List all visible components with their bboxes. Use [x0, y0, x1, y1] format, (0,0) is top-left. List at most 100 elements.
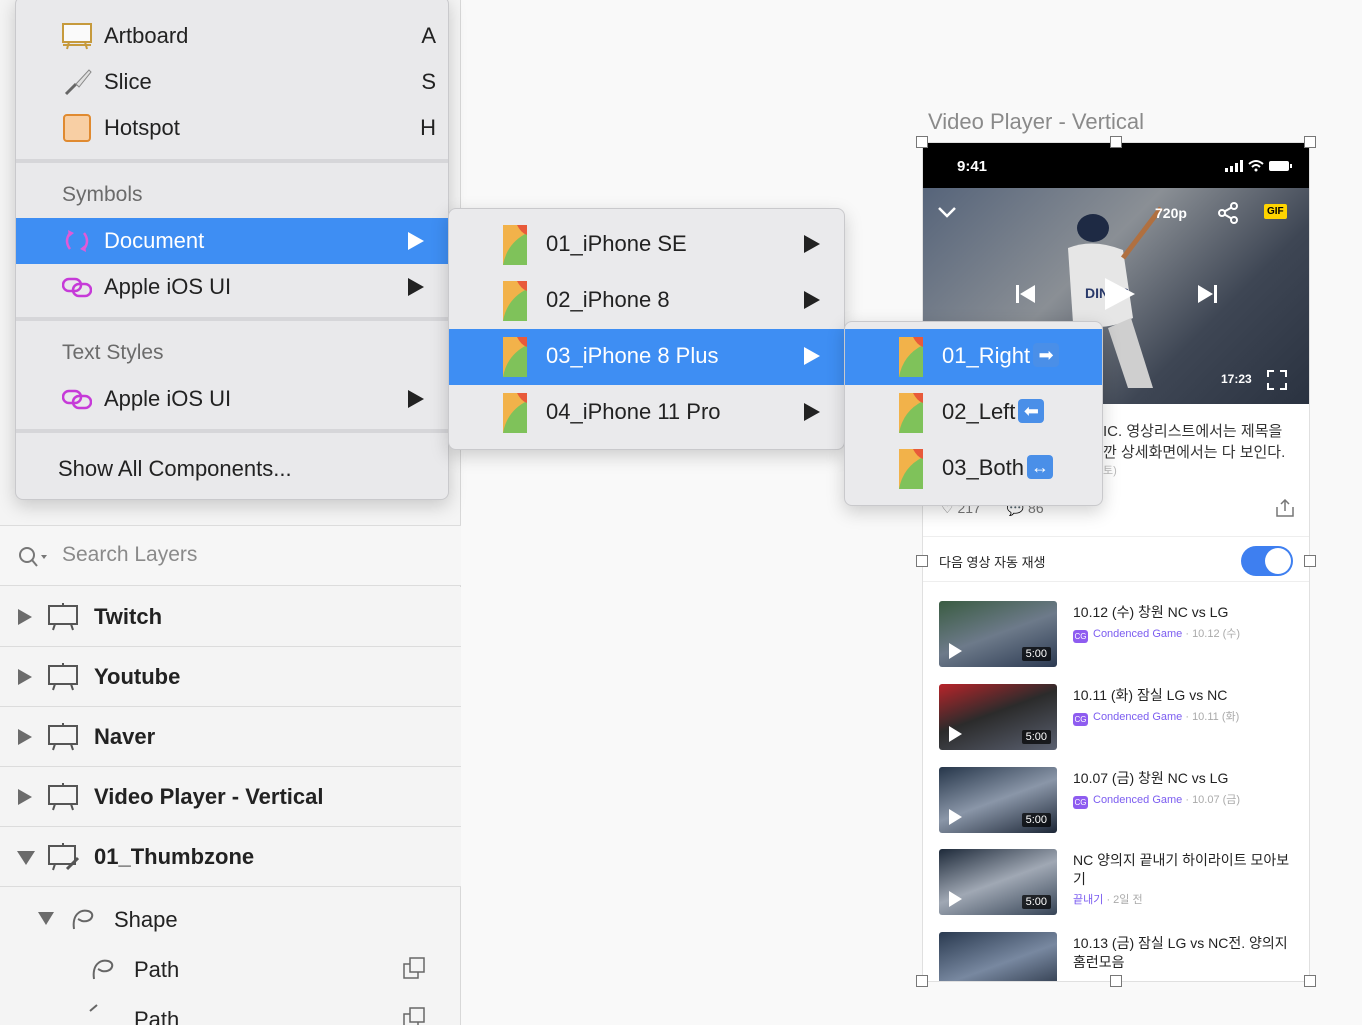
shape-path-icon	[72, 909, 94, 930]
layer-youtube[interactable]: Youtube	[0, 647, 461, 707]
submenu-item-iphone-8[interactable]: 02_iPhone 8	[449, 273, 844, 329]
menu-item-text-style-apple-ios-ui[interactable]: Apple iOS UI	[16, 376, 448, 422]
submenu-item-03-both[interactable]: 03_Both ↔	[845, 441, 1102, 497]
artboard-video-player[interactable]: 9:41 DINOS 720p GIF 17:23 IC. 영상리스트에서는 제…	[922, 142, 1310, 982]
disclosure-triangle-icon[interactable]	[18, 789, 32, 805]
play-icon	[949, 726, 962, 742]
previous-icon[interactable]	[1015, 284, 1037, 304]
collapse-chevron-icon[interactable]	[937, 206, 957, 218]
share-icon[interactable]	[1217, 202, 1239, 224]
thumbnail-duration: 5:00	[1021, 730, 1051, 744]
menu-item-label: Document	[104, 228, 205, 253]
submenu-item-02-left[interactable]: 02_Left ⬅	[845, 385, 1102, 441]
search-input[interactable]: Search Layers	[62, 543, 197, 567]
channel-name: Condenced Game	[1093, 628, 1183, 640]
channel-badge-icon: CG	[1073, 796, 1088, 809]
layer-name: Path	[134, 1007, 180, 1025]
shortcut-key: S	[421, 69, 436, 94]
resize-handle[interactable]	[916, 555, 928, 567]
symbol-thumbnail-icon	[503, 393, 527, 433]
layer-shape[interactable]: Shape	[0, 895, 461, 945]
video-duration: 17:23	[1221, 372, 1252, 386]
layer-path[interactable]: Path	[0, 945, 461, 995]
layer-video-player-vertical[interactable]: Video Player - Vertical	[0, 767, 461, 827]
shortcut-key: H	[420, 115, 436, 140]
artboard-title[interactable]: Video Player - Vertical	[928, 109, 1144, 135]
menu-item-label: Artboard	[104, 23, 189, 48]
item-text: 03_Both	[942, 455, 1024, 480]
resize-handle[interactable]	[1304, 136, 1316, 148]
toggle-knob	[1265, 548, 1291, 574]
disclosure-triangle-open-icon[interactable]	[17, 851, 35, 865]
link-icon	[62, 389, 92, 410]
video-title: 10.07 (금) 창원 NC vs LG	[1073, 770, 1229, 786]
submenu-item-iphone-11-pro[interactable]: 04_iPhone 11 Pro	[449, 385, 844, 441]
layer-01-thumbzone[interactable]: 01_Thumbzone	[0, 827, 461, 887]
layer-name: Path	[134, 957, 180, 982]
quality-label[interactable]: 720p	[1155, 205, 1187, 221]
layer-naver[interactable]: Naver	[0, 707, 461, 767]
disclosure-triangle-icon[interactable]	[18, 669, 32, 685]
submenu-item-label: 01_iPhone SE	[546, 231, 687, 256]
menu-separator	[16, 317, 448, 321]
menu-item-document[interactable]: Document	[16, 218, 448, 264]
description-line: 깐 상세화면에서는 다 보인다.	[1103, 444, 1286, 461]
submenu-item-01-right[interactable]: 01_Right ➡	[845, 329, 1102, 385]
sync-icon	[65, 230, 89, 252]
fullscreen-icon[interactable]	[1267, 370, 1287, 390]
next-icon[interactable]	[1196, 284, 1218, 304]
mask-copy-icon[interactable]	[403, 957, 425, 979]
menu-item-apple-ios-ui[interactable]: Apple iOS UI	[16, 264, 448, 310]
menu-section-header: Symbols	[62, 183, 143, 206]
menu-separator	[16, 429, 448, 433]
video-meta: CG Condenced Game · 10.07 (금)	[1073, 791, 1240, 809]
layer-twitch[interactable]: Twitch	[0, 587, 461, 647]
video-list-item[interactable]: 5:00 10.11 (화) 잠실 LG vs NC CG Condenced G…	[939, 684, 1299, 754]
video-meta: 끝내기 · 2일 전	[1073, 891, 1143, 907]
link-icon	[62, 277, 92, 298]
disclosure-triangle-open-icon[interactable]	[38, 912, 54, 925]
mask-copy-icon[interactable]	[403, 1007, 425, 1025]
symbol-thumbnail-icon	[899, 449, 923, 489]
layer-path[interactable]: Path	[0, 995, 461, 1025]
disclosure-triangle-icon[interactable]	[18, 729, 32, 745]
video-date: · 2일 전	[1106, 894, 1143, 906]
submenu-item-iphone-se[interactable]: 01_iPhone SE	[449, 217, 844, 273]
resize-handle[interactable]	[1110, 975, 1122, 987]
menu-item-label: Apple iOS UI	[104, 274, 232, 299]
video-list-item[interactable]: 5:00 NC 양의지 끝내기 하이라이트 모아보기 끝내기 · 2일 전	[939, 849, 1299, 919]
play-icon[interactable]	[1103, 276, 1137, 312]
symbol-thumbnail-icon	[899, 337, 923, 377]
menu-item-show-all-components[interactable]: Show All Components...	[16, 446, 448, 492]
menu-section-header: Text Styles	[62, 341, 164, 364]
submenu-arrow-icon	[804, 347, 820, 365]
video-thumbnail: 5:00	[939, 684, 1057, 750]
search-layers[interactable]: Search Layers	[0, 525, 461, 586]
autoplay-toggle[interactable]	[1241, 546, 1293, 576]
resize-handle[interactable]	[1304, 975, 1316, 987]
submenu-arrow-icon	[804, 403, 820, 421]
submenu-item-iphone-8-plus[interactable]: 03_iPhone 8 Plus	[449, 329, 844, 385]
menu-item-label: Hotspot	[104, 115, 180, 140]
resize-handle[interactable]	[1304, 555, 1316, 567]
submenu-arrow-icon	[408, 232, 424, 250]
right-arrow-icon: ➡	[1033, 343, 1060, 367]
artboard-edit-icon	[48, 843, 79, 871]
menu-item-artboard[interactable]: Artboard A	[16, 13, 448, 59]
menu-item-hotspot[interactable]: Hotspot H	[16, 105, 448, 151]
gif-button[interactable]: GIF	[1264, 204, 1287, 219]
play-icon	[949, 809, 962, 825]
resize-handle[interactable]	[1110, 136, 1122, 148]
status-icons	[1225, 160, 1292, 172]
symbol-thumbnail-icon	[503, 337, 527, 377]
disclosure-triangle-icon[interactable]	[18, 609, 32, 625]
resize-handle[interactable]	[916, 975, 928, 987]
resize-handle[interactable]	[916, 136, 928, 148]
shortcut-key: A	[421, 23, 436, 48]
video-meta: CG Condenced Game · 10.11 (화)	[1073, 708, 1239, 726]
artboard-icon	[62, 23, 92, 50]
video-list-item[interactable]: 5:00 10.12 (수) 창원 NC vs LG CG Condenced G…	[939, 601, 1299, 671]
export-icon[interactable]	[1276, 499, 1294, 517]
video-list-item[interactable]: 5:00 10.07 (금) 창원 NC vs LG CG Condenced G…	[939, 767, 1299, 837]
menu-item-slice[interactable]: Slice S	[16, 59, 448, 105]
